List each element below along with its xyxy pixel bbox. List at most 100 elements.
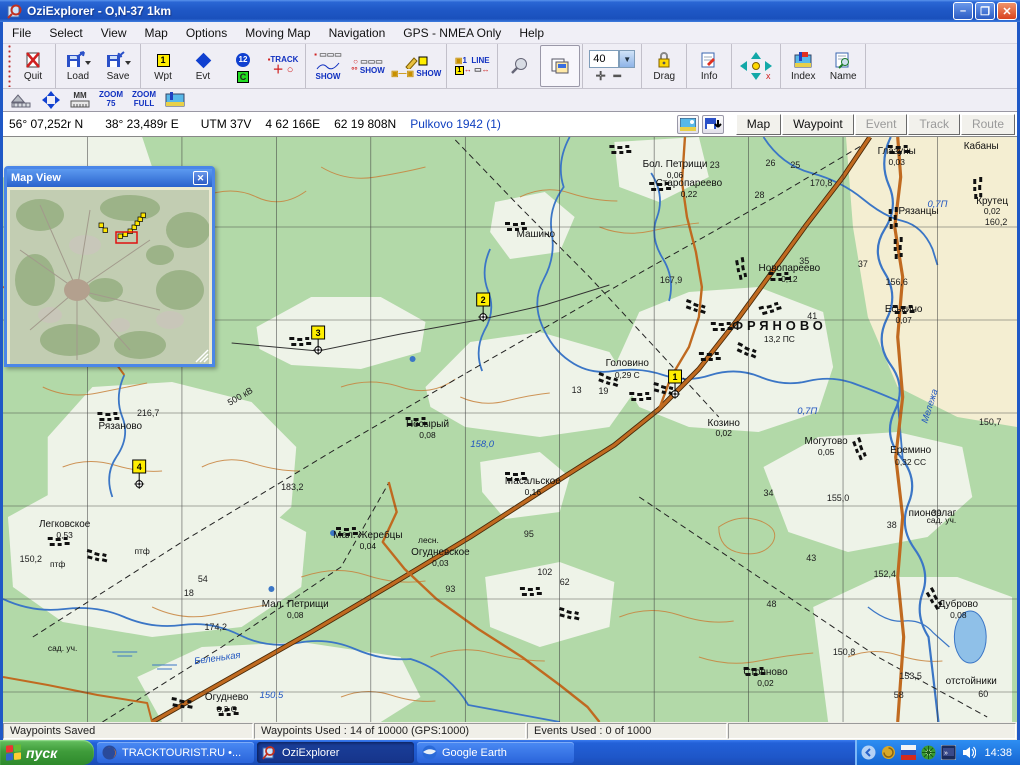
map-label: 160,2: [985, 217, 1007, 227]
menu-bar: FileSelectViewMapOptionsMoving MapNaviga…: [3, 22, 1017, 44]
magnifier-button[interactable]: [500, 45, 540, 87]
zoom-out-button[interactable]: ━: [614, 69, 629, 83]
map-label: 150,2: [20, 554, 42, 564]
map-shift-button[interactable]: x: [734, 45, 778, 87]
ru-keyboard-flag-icon[interactable]: [901, 745, 916, 760]
show-events-button[interactable]: ○ ▭▭▭ °° SHOW: [348, 45, 388, 87]
map-label: Огудневское: [411, 547, 470, 558]
tab-track[interactable]: Track: [908, 114, 960, 135]
map-area[interactable]: МашиноБол. Петрищи0,06Старопареево0,22Ка…: [3, 137, 1017, 722]
zoom-dropdown-button[interactable]: ▼: [619, 50, 635, 68]
clock: 14:38: [984, 747, 1012, 759]
map-label: Стояново: [743, 667, 788, 678]
tray-collapse-icon[interactable]: [861, 745, 876, 760]
tab-route[interactable]: Route: [961, 114, 1015, 135]
zoom-full-button[interactable]: ZOOMFULL: [129, 90, 159, 110]
waypoint-count-button[interactable]: 12 C: [223, 45, 263, 87]
map-label: Бол. Петрищи: [643, 159, 708, 170]
map-label: сад. уч.: [48, 643, 78, 653]
map-label: 39: [931, 508, 941, 518]
map-label: отстойники: [946, 676, 997, 687]
overview-map[interactable]: [10, 190, 209, 364]
menu-item-map[interactable]: Map: [136, 23, 177, 43]
zoom-in-button[interactable]: ✛: [596, 69, 614, 83]
menu-item-file[interactable]: File: [3, 23, 40, 43]
map-label: 62: [560, 577, 570, 587]
utm-northing-readout: 62 19 808N: [334, 117, 396, 131]
event-tool-button[interactable]: Evt: [183, 45, 223, 87]
track-tool-button[interactable]: ▪TRACK ＋ ○: [263, 45, 303, 87]
tab-waypoint[interactable]: Waypoint: [782, 114, 854, 135]
waypoint-count-icon: 12: [236, 53, 250, 67]
minimize-button[interactable]: –: [953, 2, 973, 20]
map-view-close-icon[interactable]: ✕: [193, 171, 208, 185]
maps-button[interactable]: [540, 45, 580, 87]
drag-button[interactable]: Drag: [644, 45, 684, 87]
waypoint-number-tools[interactable]: ▣1 LINE 1↔ ▭↔: [449, 45, 495, 87]
menu-item-select[interactable]: Select: [40, 23, 91, 43]
menu-item-help[interactable]: Help: [510, 23, 553, 43]
show-track-button[interactable]: ▪ ▭▭▭ SHOW: [308, 45, 348, 87]
menu-item-moving-map[interactable]: Moving Map: [236, 23, 319, 43]
map-view-window[interactable]: Map View ✕: [4, 166, 215, 367]
menu-item-options[interactable]: Options: [177, 23, 236, 43]
waypoint-edit-icon: [404, 55, 428, 69]
taskbar-task-googleearth[interactable]: Google Earth: [417, 742, 574, 763]
restore-button[interactable]: ❐: [975, 2, 995, 20]
toolbar-grip[interactable]: [5, 45, 13, 87]
map-label: 0,05: [818, 447, 835, 457]
map-view-title: Map View: [11, 172, 61, 184]
image-index-button[interactable]: [162, 90, 188, 110]
status-message: Waypoints Saved: [3, 723, 253, 739]
map-label: 19: [598, 386, 608, 396]
taskbar-task-ozi[interactable]: OziExplorer: [257, 742, 414, 763]
map-label: Еськино: [885, 304, 923, 315]
load-button[interactable]: Load: [58, 45, 98, 87]
map-label: 0,16: [525, 487, 542, 497]
window-title: OziExplorer - O,N-37 1km: [27, 4, 951, 18]
projection-button[interactable]: [7, 90, 35, 110]
map-label: 13: [572, 385, 582, 395]
name-search-button[interactable]: Name: [823, 45, 863, 87]
map-label: 155,0: [827, 493, 849, 503]
swirl-tray-icon[interactable]: [881, 745, 896, 760]
save-button[interactable]: Save: [98, 45, 138, 87]
load-icon: [65, 50, 91, 70]
volume-icon[interactable]: [961, 745, 976, 760]
taskbar-task-firefox[interactable]: TRACKTOURIST.RU •...: [97, 742, 254, 763]
move-arrows-icon: x: [739, 56, 773, 76]
antivirus-tray-icon[interactable]: [921, 745, 936, 760]
save-position-button[interactable]: [702, 115, 724, 134]
index-button[interactable]: Index: [783, 45, 823, 87]
pan-mode-button[interactable]: [38, 90, 64, 110]
tab-map[interactable]: Map: [736, 114, 781, 135]
map-label: 0,53: [56, 530, 73, 540]
svg-text:x: x: [766, 71, 771, 81]
svg-text:1: 1: [673, 372, 678, 382]
map-label: Старопареево: [656, 178, 723, 189]
datum-readout: Pulkovo 1942 (1): [410, 117, 501, 131]
show-waypoints-button[interactable]: ▣—▣ SHOW: [388, 45, 444, 87]
start-label: пуск: [26, 745, 57, 761]
title-bar: OziExplorer - O,N-37 1km – ❐ ✕: [0, 0, 1020, 22]
zoom-75-button[interactable]: ZOOM75: [96, 90, 126, 110]
map-label: 48: [766, 599, 776, 609]
menu-item-view[interactable]: View: [92, 23, 136, 43]
start-button[interactable]: пуск: [0, 740, 94, 765]
console-tray-icon[interactable]: »: [941, 745, 956, 760]
tab-event[interactable]: Event: [855, 114, 908, 135]
info-icon: [699, 50, 719, 70]
zoom-level-input[interactable]: 40: [589, 50, 619, 68]
quit-button[interactable]: Quit: [13, 45, 53, 87]
menu-item-navigation[interactable]: Navigation: [320, 23, 395, 43]
map-label: 0,08: [950, 610, 967, 620]
measure-button[interactable]: MM: [67, 90, 93, 110]
info-button[interactable]: Info: [689, 45, 729, 87]
screenshot-button[interactable]: [677, 115, 699, 134]
menu-item-gps-nmea-only[interactable]: GPS - NMEA Only: [394, 23, 510, 43]
save-icon: [105, 50, 131, 70]
waypoint-tool-button[interactable]: 1 Wpt: [143, 45, 183, 87]
map-label: 0,08: [419, 430, 436, 440]
map-view-titlebar[interactable]: Map View ✕: [7, 169, 212, 187]
close-button[interactable]: ✕: [997, 2, 1017, 20]
